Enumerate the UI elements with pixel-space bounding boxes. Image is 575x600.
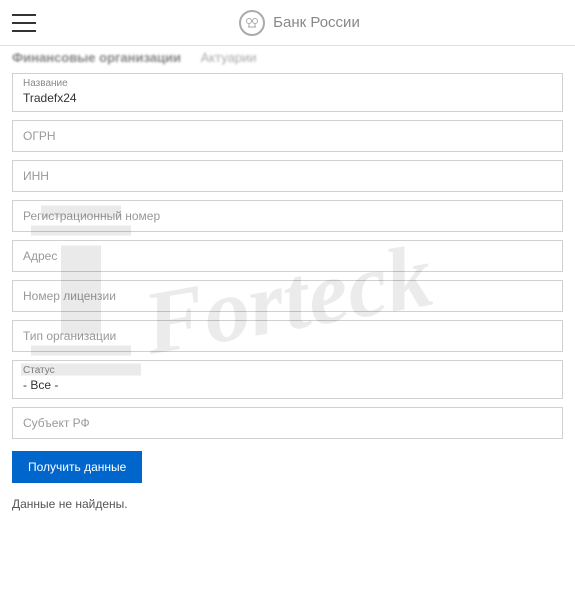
ogrn-field-wrapper <box>12 120 563 152</box>
result-message: Данные не найдены. <box>12 497 563 511</box>
status-label: Статус <box>23 365 552 376</box>
status-select[interactable]: - Все - <box>23 378 552 392</box>
name-field-wrapper: Название <box>12 73 563 112</box>
bank-logo-icon <box>239 10 265 36</box>
breadcrumb: Финансовые организации Актуарии <box>0 46 575 67</box>
address-input[interactable] <box>23 249 552 263</box>
header-brand: Банк России <box>36 10 563 36</box>
status-field-wrapper[interactable]: Статус - Все - <box>12 360 563 399</box>
brand-text: Банк России <box>273 14 360 31</box>
address-field-wrapper <box>12 240 563 272</box>
breadcrumb-secondary: Актуарии <box>201 50 257 65</box>
subject-input[interactable] <box>23 416 552 430</box>
org-type-field-wrapper <box>12 320 563 352</box>
header: Банк России <box>0 0 575 46</box>
submit-button[interactable]: Получить данные <box>12 451 142 483</box>
org-type-input[interactable] <box>23 329 552 343</box>
name-label: Название <box>23 78 552 89</box>
reg-number-input[interactable] <box>23 209 552 223</box>
search-form: Название Статус - Все - Получить данные … <box>0 67 575 517</box>
inn-input[interactable] <box>23 169 552 183</box>
subject-field-wrapper <box>12 407 563 439</box>
license-input[interactable] <box>23 289 552 303</box>
ogrn-input[interactable] <box>23 129 552 143</box>
license-field-wrapper <box>12 280 563 312</box>
breadcrumb-primary: Финансовые организации <box>12 50 181 65</box>
name-input[interactable] <box>23 91 552 105</box>
inn-field-wrapper <box>12 160 563 192</box>
hamburger-menu-icon[interactable] <box>12 14 36 32</box>
reg-number-field-wrapper <box>12 200 563 232</box>
